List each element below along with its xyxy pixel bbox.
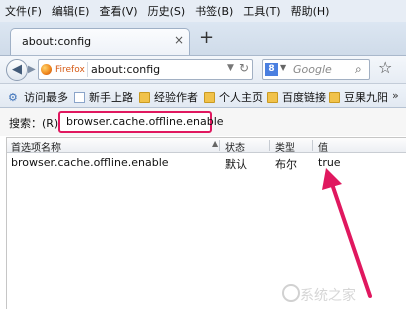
column-header-value[interactable]: 值 (318, 139, 328, 154)
navigation-toolbar: ◀ ▶ Firefox about:config ▼ ↻ 8 ▼ Google … (0, 55, 406, 84)
engine-dropdown-icon[interactable]: ▼ (280, 63, 286, 72)
gear-icon: ⚙ (8, 90, 18, 104)
sort-arrow-icon: ▲ (212, 139, 219, 148)
pref-type: 布尔 (275, 158, 297, 171)
column-header-name[interactable]: 首选项名称 (11, 139, 61, 154)
new-tab-button[interactable]: + (199, 29, 214, 47)
filter-value[interactable]: browser.cache.offline.enable (66, 115, 224, 128)
bookmarks-overflow-chevron-icon[interactable]: » (392, 89, 399, 102)
pref-status: 默认 (225, 158, 247, 171)
menu-file[interactable]: 文件(F) (0, 3, 47, 19)
site-identity-button[interactable]: Firefox (41, 62, 88, 77)
column-header-type[interactable]: 类型 (275, 139, 295, 154)
watermark-text: 系统之家 (300, 288, 356, 304)
menu-help[interactable]: 帮助(H) (286, 3, 335, 19)
menu-view[interactable]: 查看(V) (94, 3, 142, 19)
menu-bookmarks[interactable]: 书签(B) (190, 3, 238, 19)
bookmarks-toolbar: ⚙ 访问最多 新手上路 经验作者 个人主页 百度链接 豆果九阳 » (0, 84, 406, 108)
menu-tools[interactable]: 工具(T) (238, 3, 285, 19)
menu-history[interactable]: 历史(S) (143, 3, 191, 19)
column-divider[interactable] (219, 140, 220, 151)
folder-icon (329, 91, 340, 103)
bookmark-folder-homepage[interactable]: 个人主页 (204, 89, 263, 105)
bookmark-label: 经验作者 (154, 91, 198, 104)
bookmark-label: 访问最多 (24, 91, 68, 104)
tab-strip: about:config × + (0, 22, 406, 55)
pref-value[interactable]: true (318, 156, 341, 169)
folder-icon (204, 91, 215, 103)
column-header-status[interactable]: 状态 (225, 139, 245, 154)
search-icon[interactable]: ⌕ (355, 62, 362, 77)
tab-title: about:config (22, 35, 92, 48)
forward-arrow-icon[interactable]: ▶ (28, 62, 38, 78)
history-dropdown-icon[interactable]: ▼ (227, 63, 234, 73)
bookmark-most-visited[interactable]: ⚙ 访问最多 (8, 89, 68, 105)
folder-icon (139, 91, 150, 103)
bookmark-label: 百度链接 (282, 91, 326, 104)
google-engine-icon[interactable]: 8 (265, 63, 278, 76)
column-divider[interactable] (312, 140, 313, 151)
back-arrow-icon[interactable]: ◀ (6, 59, 28, 81)
column-divider[interactable] (269, 140, 270, 151)
reload-icon[interactable]: ↻ (239, 61, 249, 75)
bookmark-getting-started[interactable]: 新手上路 (74, 89, 133, 105)
bookmark-label: 个人主页 (219, 91, 263, 104)
config-filter-input[interactable]: browser.cache.offline.enable (58, 111, 224, 133)
preferences-table: 首选项名称 ▲ 状态 类型 值 browser.cache.offline.en… (6, 137, 406, 309)
menu-bar: 文件(F) 编辑(E) 查看(V) 历史(S) 书签(B) 工具(T) 帮助(H… (0, 0, 406, 23)
url-bar[interactable]: Firefox about:config ▼ ↻ (38, 59, 253, 80)
identity-label: Firefox (55, 64, 85, 75)
table-header: 首选项名称 ▲ 状态 类型 值 (7, 138, 406, 154)
config-search-row: 搜索：(R) browser.cache.offline.enable (0, 108, 406, 136)
bookmark-folder-authors[interactable]: 经验作者 (139, 89, 198, 105)
bookmark-folder-baidu[interactable]: 百度链接 (267, 89, 326, 105)
bookmark-label: 豆果九阳 (344, 91, 388, 104)
page-icon (74, 91, 85, 103)
bookmark-star-icon[interactable]: ☆ (378, 58, 392, 77)
table-row[interactable]: browser.cache.offline.enable 默认 布尔 true (7, 154, 406, 171)
pref-name: browser.cache.offline.enable (11, 156, 169, 169)
search-input[interactable]: Google (293, 63, 332, 76)
search-label: 搜索：(R) (9, 117, 59, 130)
menu-edit[interactable]: 编辑(E) (47, 3, 95, 19)
search-bar[interactable]: 8 ▼ Google ⌕ (262, 59, 370, 80)
folder-icon (267, 91, 278, 103)
bookmark-label: 新手上路 (89, 91, 133, 104)
bookmark-folder-douguo[interactable]: 豆果九阳 (329, 89, 388, 105)
tab-about-config[interactable]: about:config × (10, 28, 190, 55)
watermark-logo-icon (282, 284, 300, 302)
close-icon[interactable]: × (174, 33, 184, 47)
firefox-logo-icon (41, 64, 52, 75)
url-text[interactable]: about:config (91, 63, 160, 76)
